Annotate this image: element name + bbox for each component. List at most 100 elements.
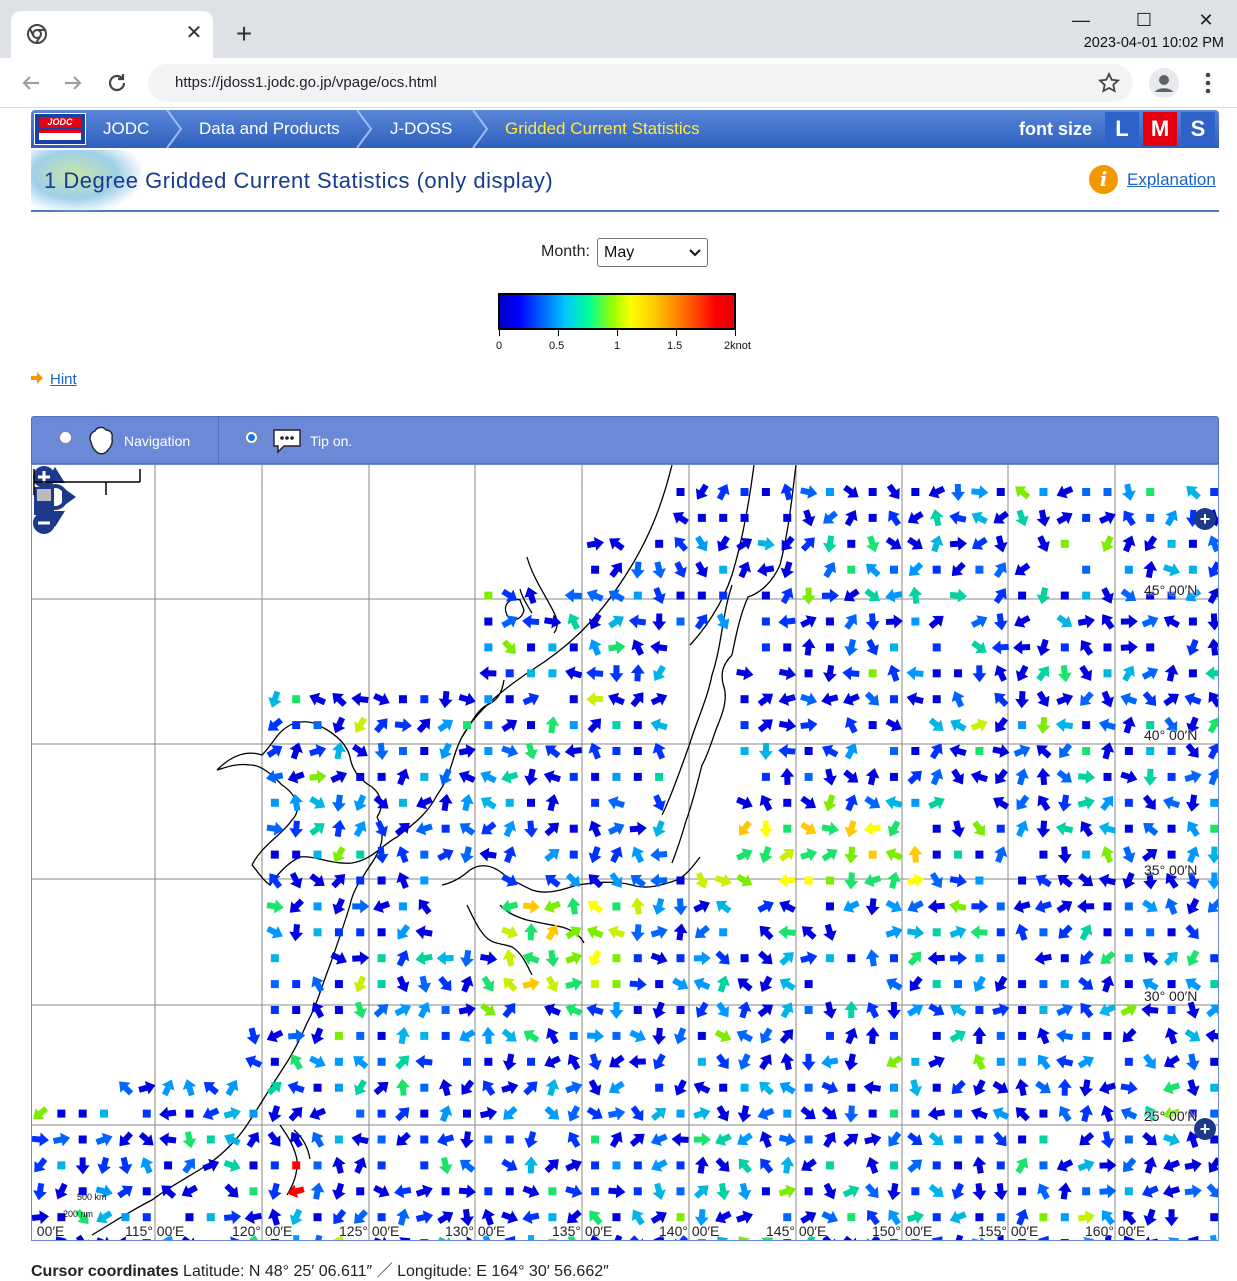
font-size-small-button[interactable]: S xyxy=(1181,112,1215,146)
browser-tab[interactable]: ✕ xyxy=(11,11,213,58)
month-select[interactable]: May xyxy=(597,238,708,267)
current-vector xyxy=(972,820,986,836)
current-vector xyxy=(1185,924,1199,940)
current-vector xyxy=(182,1158,196,1174)
address-bar[interactable]: https://jdoss1.jodc.go.jp/vpage/ocs.html xyxy=(148,64,1133,102)
font-size-medium-button[interactable]: M xyxy=(1143,112,1177,146)
explanation-link[interactable]: Explanation xyxy=(1127,170,1216,190)
current-vector xyxy=(586,666,604,681)
legend-tick xyxy=(676,330,677,336)
current-vector xyxy=(1018,1135,1027,1144)
cursor-label: Cursor coordinates xyxy=(31,1263,179,1280)
current-vector xyxy=(544,822,560,837)
current-vector xyxy=(778,925,796,940)
reload-icon[interactable] xyxy=(103,69,131,97)
current-vector xyxy=(57,1109,66,1118)
forward-arrow-icon[interactable] xyxy=(59,69,87,97)
jodc-logo[interactable]: JODC xyxy=(34,113,86,145)
current-vector xyxy=(949,1029,966,1043)
info-icon[interactable]: i xyxy=(1089,165,1118,194)
tip-radio[interactable] xyxy=(245,431,258,444)
current-vector xyxy=(1188,565,1197,574)
current-vector xyxy=(1013,640,1031,655)
current-vector xyxy=(778,744,796,758)
current-vector xyxy=(651,1159,668,1172)
current-vector xyxy=(970,1107,988,1121)
current-vector xyxy=(1039,1135,1048,1144)
current-vector xyxy=(249,1161,258,1170)
current-vector xyxy=(951,561,966,577)
current-vector xyxy=(714,1029,732,1043)
current-vector xyxy=(954,850,963,859)
current-vector xyxy=(1103,643,1112,652)
current-vector xyxy=(270,1006,279,1014)
current-vector xyxy=(1210,1083,1218,1092)
new-tab-icon[interactable]: + xyxy=(230,20,258,48)
current-vector xyxy=(911,488,920,496)
browser-menu-icon[interactable] xyxy=(1198,70,1218,96)
current-vector xyxy=(501,1081,519,1095)
current-vector xyxy=(716,1182,731,1201)
current-vector xyxy=(863,821,882,836)
overview-expand-icon[interactable]: + xyxy=(1194,508,1216,530)
current-vector xyxy=(354,716,367,733)
breadcrumb-gridded-current: Gridded Current Statistics xyxy=(505,119,700,138)
hint-link[interactable]: Hint xyxy=(50,371,77,388)
breadcrumb-separator-icon xyxy=(166,110,183,148)
current-vector xyxy=(1036,666,1050,682)
current-vector xyxy=(588,742,602,760)
current-vector xyxy=(1060,591,1069,600)
current-vector xyxy=(778,614,796,629)
current-vector xyxy=(993,613,1008,631)
current-vector xyxy=(949,744,967,758)
navigation-radio[interactable] xyxy=(59,431,72,444)
current-map[interactable]: + + 45° 00′N 40° 00′N 35° 00′N 30° 00′N 25° … xyxy=(31,464,1219,1241)
current-vector xyxy=(842,666,860,681)
current-vector xyxy=(653,664,666,682)
current-vector xyxy=(1055,1029,1074,1043)
back-arrow-icon[interactable] xyxy=(17,69,45,97)
current-vector xyxy=(289,898,304,913)
current-vector xyxy=(844,743,858,760)
current-vector xyxy=(778,873,796,888)
current-vector xyxy=(1167,928,1176,937)
current-vector xyxy=(864,1132,882,1147)
profile-avatar-icon[interactable] xyxy=(1149,68,1179,98)
current-vector xyxy=(932,980,941,989)
current-vector xyxy=(1035,1080,1051,1094)
breadcrumb-jodc[interactable]: JODC xyxy=(103,119,149,139)
current-vector xyxy=(1015,1157,1029,1174)
current-vector xyxy=(522,977,540,991)
current-vector xyxy=(377,928,386,937)
font-size-large-button[interactable]: L xyxy=(1105,112,1139,146)
current-vector xyxy=(993,1131,1007,1147)
latitude-label: 35° 00′N xyxy=(1144,862,1198,878)
current-vector xyxy=(459,1159,476,1173)
current-vector xyxy=(991,640,1009,655)
breadcrumb-data-products[interactable]: Data and Products xyxy=(199,119,340,139)
current-vector xyxy=(395,1078,410,1096)
current-vector xyxy=(949,588,968,603)
current-vector xyxy=(1143,560,1158,579)
close-window-icon[interactable]: ✕ xyxy=(1191,8,1221,32)
current-vector xyxy=(313,1213,322,1222)
current-vector xyxy=(1080,691,1094,706)
tab-close-icon[interactable]: ✕ xyxy=(183,22,205,44)
current-vector xyxy=(591,798,600,807)
current-vector xyxy=(911,617,920,626)
current-vector xyxy=(1103,488,1112,496)
current-vector xyxy=(1103,928,1112,937)
bookmark-star-icon[interactable] xyxy=(1097,71,1121,95)
map-canvas[interactable] xyxy=(32,465,1219,1241)
maximize-icon[interactable]: ☐ xyxy=(1129,8,1159,32)
current-vector xyxy=(1122,535,1136,553)
breadcrumb-jdoss[interactable]: J-DOSS xyxy=(390,119,452,139)
current-vector xyxy=(1207,587,1218,605)
current-vector xyxy=(1167,1006,1176,1014)
current-vector xyxy=(354,1079,367,1096)
current-vector xyxy=(1099,1158,1117,1173)
minimize-icon[interactable]: — xyxy=(1066,8,1096,32)
current-vector xyxy=(543,770,561,784)
current-vector xyxy=(292,1006,301,1014)
current-vector xyxy=(548,1213,557,1222)
